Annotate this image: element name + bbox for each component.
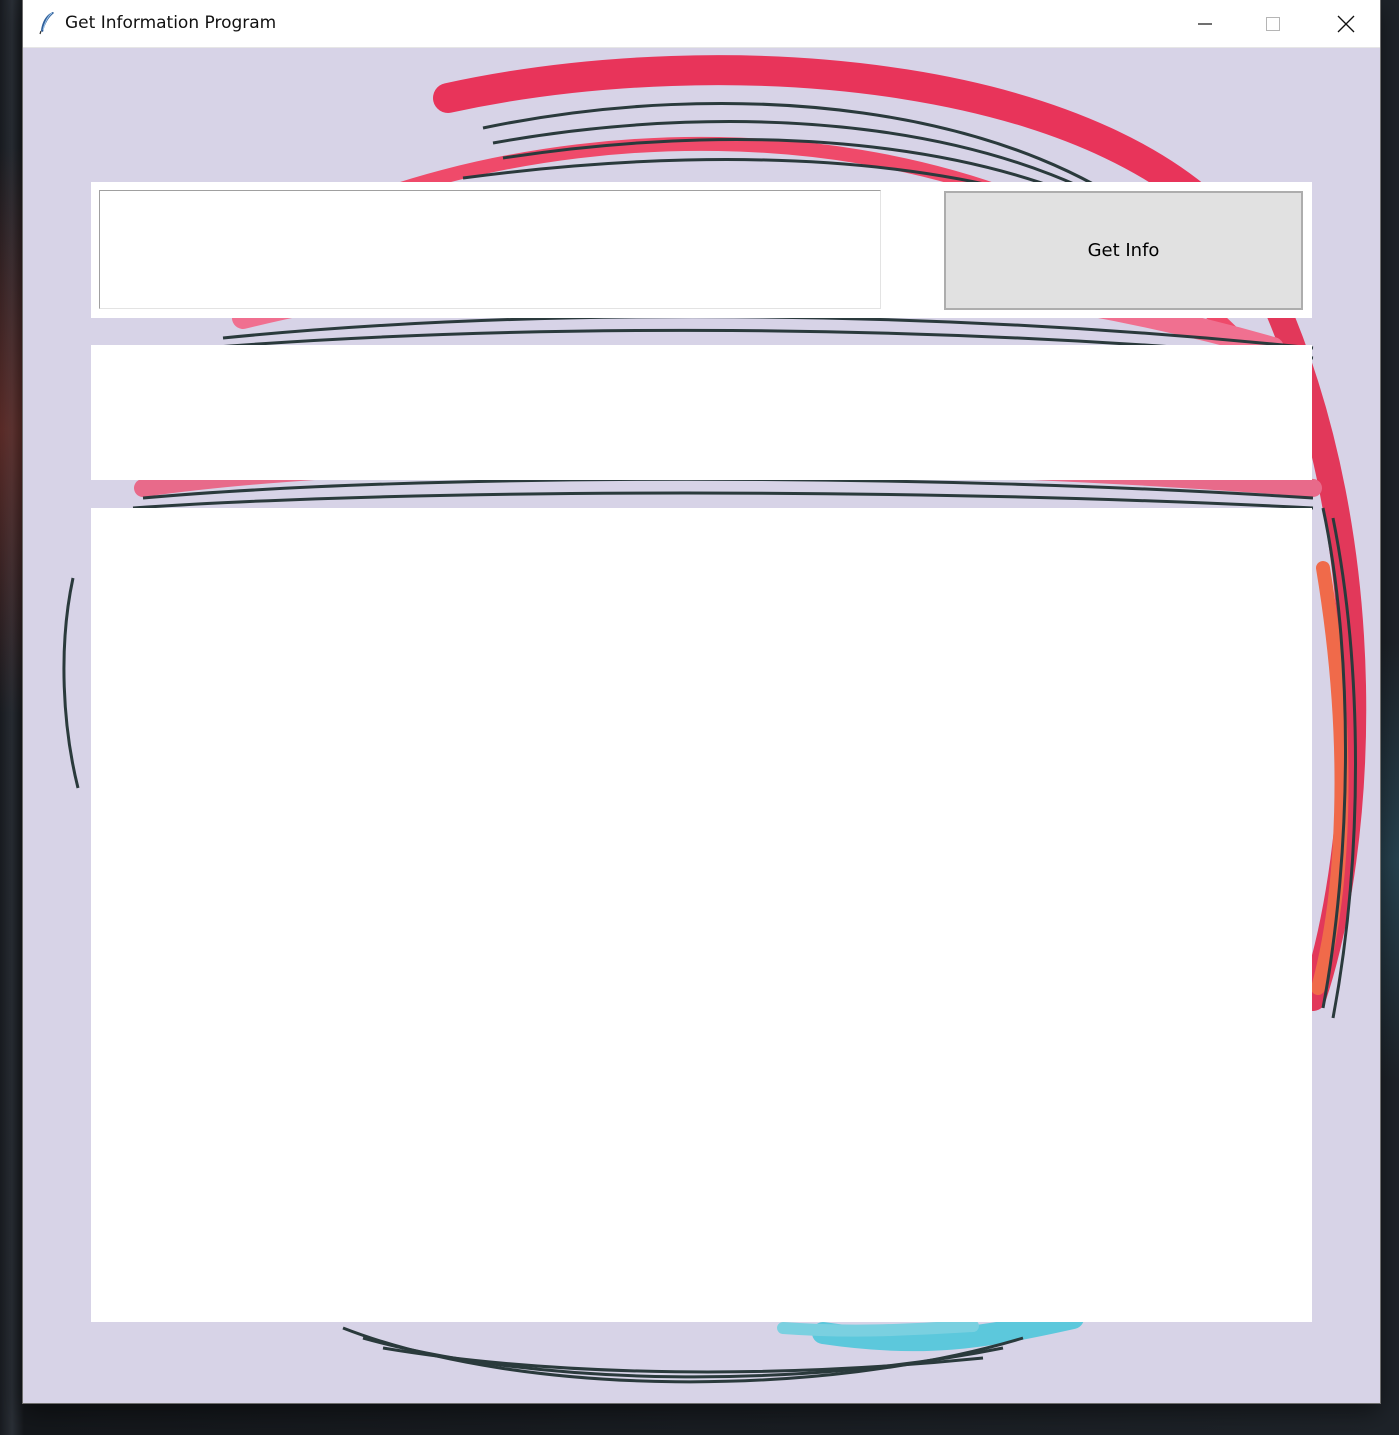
close-icon: [1337, 15, 1354, 32]
app-window: Get Information Program Get Info: [23, 0, 1380, 1403]
minimize-icon: [1198, 22, 1212, 25]
minimize-button[interactable]: [1171, 0, 1239, 47]
window-title: Get Information Program: [65, 13, 277, 33]
result-label: [91, 345, 1312, 480]
output-text-area[interactable]: [91, 508, 1312, 1322]
feather-icon: [37, 11, 57, 35]
input-panel: Get Info: [91, 182, 1312, 318]
info-input-field[interactable]: [99, 190, 881, 309]
maximize-icon: [1266, 16, 1280, 31]
title-bar[interactable]: Get Information Program: [23, 0, 1380, 48]
get-info-button[interactable]: Get Info: [944, 191, 1303, 310]
client-area: Get Info: [23, 48, 1380, 1403]
close-button[interactable]: [1311, 0, 1380, 47]
maximize-button[interactable]: [1239, 0, 1307, 47]
